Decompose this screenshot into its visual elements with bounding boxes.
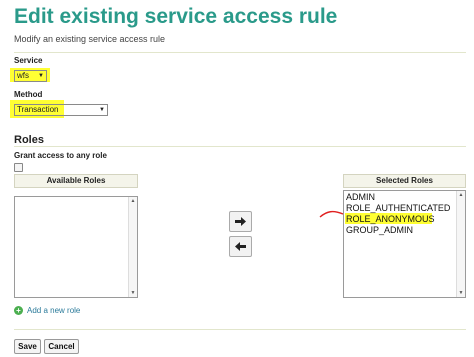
chevron-down-icon: ▼ [99, 107, 105, 113]
list-item[interactable]: ADMIN [346, 192, 375, 203]
method-select-value: Transaction [17, 105, 59, 114]
selected-roles-list[interactable]: ADMIN ROLE_AUTHENTICATED ROLE_ANONYMOUS … [343, 190, 466, 298]
scroll-down-icon[interactable]: ▼ [129, 289, 137, 297]
plus-circle-icon: + [14, 306, 23, 315]
page-subtitle: Modify an existing service access rule [14, 34, 166, 44]
header-divider [14, 52, 466, 53]
scrollbar[interactable]: ▲ ▼ [456, 191, 465, 297]
roles-divider [14, 146, 466, 147]
add-role-link[interactable]: + Add a new role [14, 306, 80, 315]
available-roles-list[interactable]: ▲ ▼ [14, 196, 138, 298]
method-select[interactable]: Transaction ▼ [14, 104, 108, 116]
available-roles-header: Available Roles [14, 174, 138, 188]
arrow-right-icon [235, 217, 246, 226]
list-item[interactable]: ROLE_ANONYMOUS [346, 214, 435, 225]
save-button[interactable]: Save [14, 339, 41, 354]
service-select[interactable]: wfs ▼ [14, 70, 47, 82]
cancel-button[interactable]: Cancel [44, 339, 79, 354]
scroll-up-icon[interactable]: ▲ [129, 197, 137, 205]
scroll-down-icon[interactable]: ▼ [457, 289, 465, 297]
service-select-value: wfs [17, 71, 29, 80]
selected-roles-header: Selected Roles [343, 174, 466, 188]
grant-any-role-checkbox[interactable] [14, 163, 23, 172]
page-title: Edit existing service access rule [14, 5, 338, 28]
method-label: Method [14, 90, 43, 99]
chevron-down-icon: ▼ [38, 73, 44, 79]
grant-any-role-label: Grant access to any role [14, 151, 107, 160]
move-to-available-button[interactable] [229, 236, 252, 257]
move-to-selected-button[interactable] [229, 211, 252, 232]
scrollbar[interactable]: ▲ ▼ [128, 197, 137, 297]
roles-section-title: Roles [14, 134, 44, 146]
scroll-up-icon[interactable]: ▲ [457, 191, 465, 199]
arrow-left-icon [235, 242, 246, 251]
list-item[interactable]: GROUP_ADMIN [346, 225, 413, 236]
list-item[interactable]: ROLE_AUTHENTICATED [346, 203, 450, 214]
add-role-label: Add a new role [27, 306, 81, 315]
footer-divider [14, 329, 466, 330]
service-label: Service [14, 56, 43, 65]
